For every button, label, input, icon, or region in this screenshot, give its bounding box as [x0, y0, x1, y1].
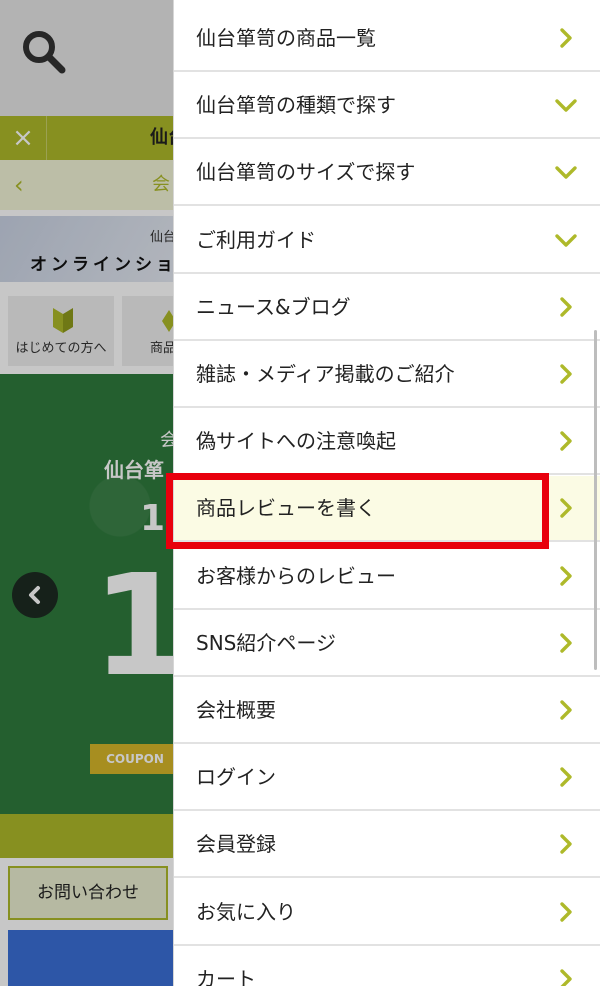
chevron-right-icon	[560, 834, 572, 855]
menu-item-label: 会社概要	[196, 698, 276, 722]
chevron-right-icon	[560, 28, 572, 48]
menu-item-label: 仙台箪笥のサイズで探す	[196, 160, 416, 185]
menu-item-label: ニュース&ブログ	[196, 294, 351, 319]
menu-item[interactable]: 会員登録	[174, 812, 600, 879]
menu-item-label: ログイン	[196, 765, 276, 790]
menu-item[interactable]: カート	[174, 946, 600, 986]
menu-item[interactable]: 仙台箪笥のサイズで探す	[174, 140, 600, 207]
chevron-right-icon	[560, 498, 572, 519]
menu-scrollbar[interactable]	[594, 330, 597, 670]
chevron-right-icon	[560, 633, 572, 653]
highlight-annotation	[166, 473, 549, 549]
menu-item[interactable]: 雑誌・メディア掲載のご紹介	[174, 342, 600, 408]
menu-item[interactable]: 偽サイトへの注意喚起	[174, 409, 600, 476]
menu-item-label: 雑誌・メディア掲載のご紹介	[196, 362, 455, 386]
menu-item[interactable]: SNS紹介ページ	[174, 610, 600, 677]
menu-item-label: ご利用ガイド	[196, 227, 316, 252]
chevron-right-icon	[560, 767, 572, 787]
chevron-right-icon	[560, 969, 572, 986]
chevron-right-icon	[560, 297, 572, 317]
chevron-right-icon	[560, 364, 572, 384]
menu-item[interactable]: 仙台箪笥の種類で探す	[174, 73, 600, 140]
menu-item-label: カート	[196, 966, 256, 986]
chevron-right-icon	[560, 901, 572, 922]
chevron-down-icon	[555, 99, 577, 112]
chevron-down-icon	[555, 233, 577, 247]
menu-item[interactable]: ご利用ガイド	[174, 207, 600, 274]
menu-item-label: 偽サイトへの注意喚起	[196, 429, 396, 454]
chevron-right-icon	[560, 700, 572, 720]
chevron-right-icon	[560, 431, 572, 451]
menu-item[interactable]: ニュース&ブログ	[174, 274, 600, 341]
screen: × 仙台 ‹ 会 仙台 オンラインショ はじめての方へ 商品 会 仙台箪 1(…	[0, 0, 600, 986]
menu-item[interactable]: 会社概要	[174, 678, 600, 744]
menu-item-label: 会員登録	[196, 832, 276, 857]
menu-item-label: お気に入り	[196, 899, 296, 924]
chevron-right-icon	[560, 565, 572, 586]
menu-item[interactable]: お気に入り	[174, 879, 600, 946]
menu-item-label: お客様からのレビュー	[196, 563, 396, 588]
menu-item[interactable]: お客様からのレビュー	[174, 543, 600, 610]
menu-item-label: SNS紹介ページ	[196, 630, 336, 655]
chevron-down-icon	[555, 166, 577, 180]
menu-item-label: 仙台箪笥の種類で探す	[196, 93, 396, 118]
menu-item[interactable]: ログイン	[174, 745, 600, 812]
menu-item[interactable]: 仙台箪笥の商品一覧	[174, 6, 600, 72]
menu-item-label: 仙台箪笥の商品一覧	[196, 26, 376, 50]
